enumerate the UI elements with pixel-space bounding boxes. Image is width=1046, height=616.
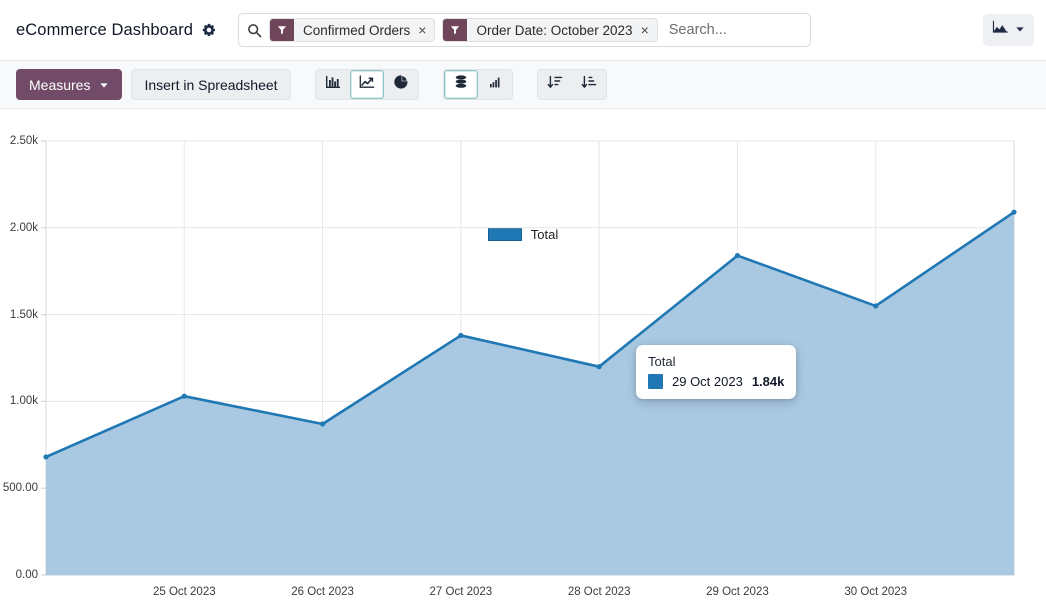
sort-descending-icon — [547, 74, 563, 95]
chart-toolbar: Measures Insert in Spreadsheet — [0, 61, 1046, 109]
control-panel: eCommerce Dashboard Confirmed Orders × — [0, 0, 1046, 61]
breadcrumb: eCommerce Dashboard — [16, 21, 216, 40]
x-axis-tick-label: 26 Oct 2023 — [291, 586, 354, 598]
tooltip-date: 29 Oct 2023 — [672, 374, 743, 389]
filter-funnel-icon — [443, 19, 467, 41]
search-facet[interactable]: Confirmed Orders × — [269, 18, 435, 42]
pie-chart-icon — [393, 74, 409, 95]
filter-funnel-icon — [270, 19, 294, 41]
ascending-bars-button[interactable] — [478, 70, 512, 99]
gear-icon[interactable] — [202, 23, 216, 37]
stack-mode-button-group — [443, 69, 513, 100]
chart-container: Total 0.00 500.00 1.00k 1.50k 2.00k 2.50k 25 … — [0, 109, 1046, 616]
insert-in-spreadsheet-button[interactable]: Insert in Spreadsheet — [131, 69, 290, 100]
tooltip-swatch — [648, 374, 663, 389]
chevron-down-icon — [99, 77, 109, 93]
measures-label: Measures — [29, 77, 90, 93]
x-axis-tick-label: 28 Oct 2023 — [568, 586, 631, 598]
line-chart-icon — [359, 74, 375, 95]
search-facet[interactable]: Order Date: October 2023 × — [442, 18, 657, 42]
tooltip-row: 29 Oct 2023 1.84k — [648, 374, 784, 389]
measures-button[interactable]: Measures — [16, 69, 122, 100]
x-axis-tick-label: 27 Oct 2023 — [430, 586, 493, 598]
search-icon — [239, 23, 269, 38]
chart-tooltip: Total 29 Oct 2023 1.84k — [636, 345, 796, 399]
view-switcher-button[interactable] — [983, 14, 1034, 46]
y-axis-tick-label: 1.50k — [0, 309, 38, 321]
page-title: eCommerce Dashboard — [16, 21, 193, 40]
bar-chart-icon — [325, 74, 341, 95]
area-chart-plot[interactable] — [0, 109, 1046, 616]
search-input[interactable] — [665, 14, 811, 46]
area-chart-icon — [992, 20, 1009, 40]
y-axis-tick-label: 0.00 — [0, 569, 38, 581]
remove-facet-icon[interactable]: × — [417, 23, 434, 37]
sort-ascending-button[interactable] — [572, 70, 606, 99]
search-panel[interactable]: Confirmed Orders × Order Date: October 2… — [238, 13, 811, 47]
bar-chart-button[interactable] — [316, 70, 350, 99]
ascending-bars-icon — [487, 74, 503, 95]
x-axis-tick-label: 25 Oct 2023 — [153, 586, 216, 598]
line-chart-button[interactable] — [350, 70, 384, 99]
sort-ascending-icon — [581, 74, 597, 95]
tooltip-title: Total — [648, 354, 784, 369]
search-facet-label: Order Date: October 2023 — [467, 23, 639, 38]
y-axis-tick-label: 1.00k — [0, 395, 38, 407]
remove-facet-icon[interactable]: × — [640, 23, 657, 37]
stacked-icon — [453, 74, 469, 95]
tooltip-value: 1.84k — [752, 374, 785, 389]
stacked-button[interactable] — [444, 70, 478, 99]
y-axis-tick-label: 500.00 — [0, 482, 38, 494]
x-axis-tick-label: 29 Oct 2023 — [706, 586, 769, 598]
insert-in-spreadsheet-label: Insert in Spreadsheet — [144, 77, 277, 93]
search-facet-label: Confirmed Orders — [294, 23, 417, 38]
sort-descending-button[interactable] — [538, 70, 572, 99]
chevron-down-icon — [1015, 21, 1025, 39]
sort-button-group — [537, 69, 607, 100]
pie-chart-button[interactable] — [384, 70, 418, 99]
y-axis-tick-label: 2.00k — [0, 222, 38, 234]
x-axis-tick-label: 30 Oct 2023 — [844, 586, 907, 598]
chart-type-button-group — [315, 69, 419, 100]
y-axis-tick-label: 2.50k — [0, 135, 38, 147]
